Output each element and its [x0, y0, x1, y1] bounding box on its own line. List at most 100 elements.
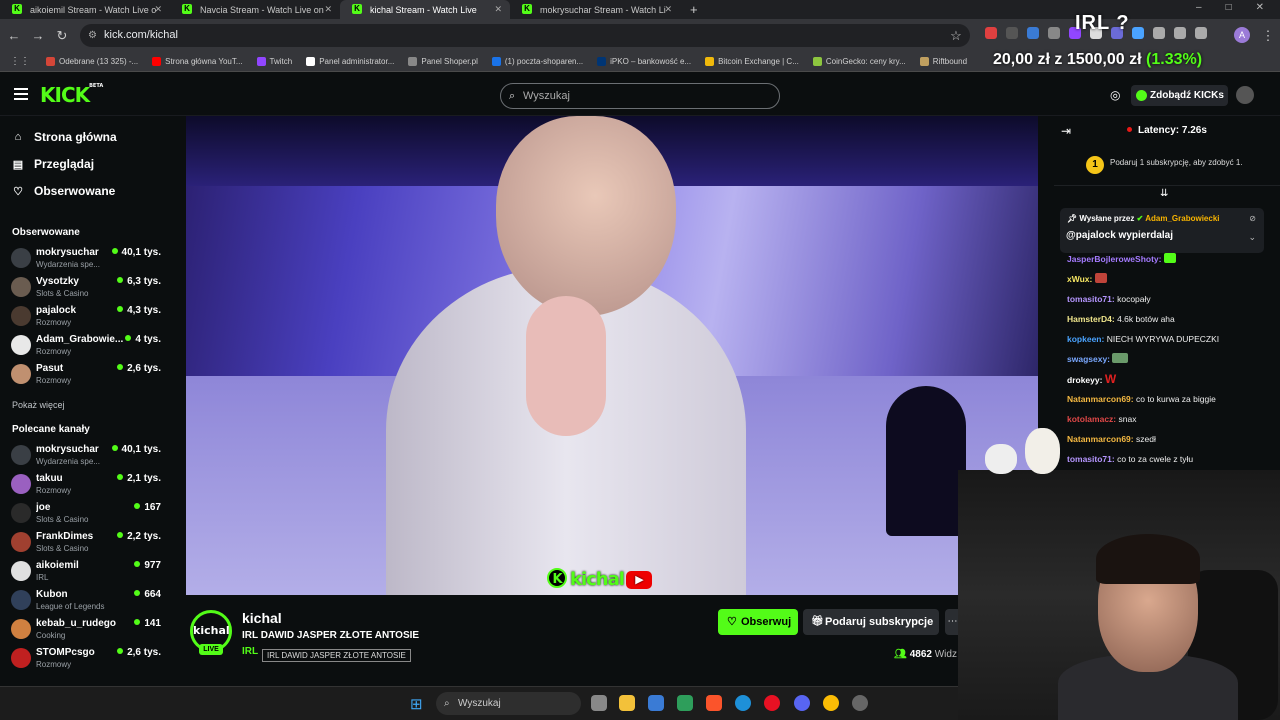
show-more-link[interactable]: Pokaż więcej — [12, 400, 65, 410]
browser-tab-active[interactable]: Kkichal Stream - Watch Live ✕ — [340, 0, 510, 19]
stream-category-tag[interactable]: IRL — [242, 646, 258, 657]
sidebar-channel-item[interactable]: STOMPcsgo Rozmowy 2,6 tys. — [11, 645, 161, 673]
menu-kebab-icon[interactable]: ⋮ — [1256, 28, 1280, 44]
chevron-down-icon[interactable]: ⌄ — [1248, 232, 1256, 243]
task-view-icon[interactable] — [591, 695, 607, 711]
chat-username[interactable]: Natanmarcon69: — [1067, 434, 1134, 444]
nav-home[interactable]: ⌂ Strona główna — [12, 130, 117, 144]
sidebar-channel-item[interactable]: aikoiemil IRL 977 — [11, 558, 161, 586]
extension-icon[interactable] — [1048, 27, 1060, 39]
opera-icon[interactable] — [764, 695, 780, 711]
extension-icon[interactable] — [1027, 27, 1039, 39]
brave-icon[interactable] — [706, 695, 722, 711]
bookmark-item[interactable]: Strona główna YouT... — [152, 57, 243, 66]
nav-following[interactable]: ♡ Obserwowane — [12, 184, 115, 198]
sidebar-channel-item[interactable]: mokrysuchar Wydarzenia spe... 40,1 tys. — [11, 245, 161, 273]
discord-icon[interactable] — [794, 695, 810, 711]
follow-button[interactable]: ♡ Obserwuj — [718, 609, 798, 635]
video-scene-table — [886, 386, 966, 536]
sidebar-channel-item[interactable]: Adam_Grabowie... Rozmowy 4 tys. — [11, 332, 161, 360]
puzzle-icon[interactable] — [1153, 27, 1165, 39]
pinned-message[interactable]: 📌︎ Wysłane przez ✔ Adam_Grabowiecki @paj… — [1060, 208, 1264, 253]
bookmark-item[interactable]: Riftbound — [919, 57, 967, 66]
browser-tab[interactable]: Kmokrysuchar Stream - Watch Li ✕ — [510, 0, 680, 19]
bookmark-item[interactable]: (1) poczta-shoparen... — [491, 57, 583, 66]
apps-grid-icon[interactable]: ⋮⋮ — [10, 56, 30, 67]
bookmark-item[interactable]: Panel administrator... — [306, 57, 394, 66]
bookmark-item[interactable]: Bitcoin Exchange | C... — [705, 57, 799, 66]
windows-start-icon[interactable]: ⊞ — [410, 695, 423, 713]
get-kicks-button[interactable]: Zdobądź KICKs — [1131, 85, 1228, 106]
browser-tab[interactable]: Kaikoiemil Stream - Watch Live o ✕ — [0, 0, 170, 19]
maximize-icon[interactable]: □ — [1226, 2, 1232, 13]
channel-avatar — [11, 306, 31, 326]
collapse-chat-icon[interactable]: ⇥ — [1061, 124, 1071, 138]
close-icon[interactable]: ✕ — [494, 4, 502, 15]
chat-username[interactable]: xWux: — [1067, 274, 1092, 284]
bookmark-item[interactable]: Panel Shoper.pl — [408, 57, 478, 66]
extension-icon[interactable] — [1006, 27, 1018, 39]
expand-down-icon[interactable]: ⇊ — [1160, 188, 1168, 199]
user-avatar[interactable] — [1236, 86, 1254, 104]
bookmark-item[interactable]: CoinGecko: ceny kry... — [812, 57, 906, 66]
chrome-icon[interactable] — [823, 695, 839, 711]
close-icon[interactable]: ✕ — [154, 4, 162, 15]
extension-icon[interactable] — [1132, 27, 1144, 39]
new-tab-icon[interactable]: + — [690, 2, 698, 17]
notifications-icon[interactable]: ◎ — [1110, 88, 1120, 102]
chat-username[interactable]: Natanmarcon69: — [1067, 394, 1134, 404]
channel-avatar — [11, 503, 31, 523]
sidebar-channel-item[interactable]: Vysotzky Slots & Casino 6,3 tys. — [11, 274, 161, 302]
close-icon[interactable]: ✕ — [664, 4, 672, 15]
close-icon[interactable]: ✕ — [324, 4, 332, 15]
file-explorer-icon[interactable] — [619, 695, 635, 711]
taskbar-search[interactable]: ⌕ Wyszukaj — [436, 692, 581, 715]
video-player[interactable] — [186, 116, 1038, 595]
chat-username[interactable]: HamsterD4: — [1067, 314, 1115, 324]
kick-logo[interactable]: KICKBETA — [40, 83, 103, 107]
nav-browse[interactable]: ▤ Przeglądaj — [12, 157, 94, 171]
back-icon[interactable]: ← — [2, 28, 26, 43]
chat-username[interactable]: kopkeen: — [1067, 334, 1104, 344]
minimize-icon[interactable]: – — [1196, 2, 1202, 13]
unpin-icon[interactable]: ⊘ — [1249, 214, 1256, 223]
close-window-icon[interactable]: ✕ — [1256, 2, 1264, 13]
url-field[interactable]: ⚙ kick.com/kichal — [80, 24, 970, 47]
browser-tab[interactable]: K Navcia Stream - Watch Live on ✕ — [170, 0, 340, 19]
obs-icon[interactable] — [852, 695, 868, 711]
bookmark-item[interactable]: iPKO – bankowość e... — [597, 57, 691, 66]
reading-list-icon[interactable] — [1174, 27, 1186, 39]
gift-subscription-button[interactable]: 🎁︎ Podaruj subskrypcje — [803, 609, 939, 635]
channel-name[interactable]: kichal — [242, 610, 282, 626]
bookmark-star-icon[interactable]: ☆ — [944, 28, 968, 44]
sidebar-channel-item[interactable]: pajalock Rozmowy 4,3 tys. — [11, 303, 161, 331]
chat-username[interactable]: JasperBojleroweShoty: — [1067, 254, 1161, 264]
reload-icon[interactable]: ↻ — [50, 28, 74, 44]
bookmark-item[interactable]: Odebrane (13 325) -... — [46, 57, 138, 66]
extension-icon[interactable] — [985, 27, 997, 39]
search-input[interactable]: ⌕ Wyszukaj — [500, 83, 780, 109]
hamburger-menu-icon[interactable] — [14, 88, 28, 100]
chat-username[interactable]: tomasito71: — [1067, 294, 1115, 304]
chat-username[interactable]: drokeyy: — [1067, 375, 1102, 385]
sidebar-channel-item[interactable]: kebab_u_rudego Cooking 141 — [11, 616, 161, 644]
chat-username[interactable]: kotolamacz: — [1067, 414, 1116, 424]
sidebar-channel-item[interactable]: FrankDimes Slots & Casino 2,2 tys. — [11, 529, 161, 557]
sub-goal-banner[interactable]: 1 Podaruj 1 subskrypcję, aby zdobyć 1. — [1054, 148, 1280, 186]
bookmark-item[interactable]: Twitch — [256, 57, 292, 66]
chat-username[interactable]: tomasito71: — [1067, 454, 1115, 464]
download-icon[interactable] — [1195, 27, 1207, 39]
sidebar-channel-item[interactable]: Kubon League of Legends 664 — [11, 587, 161, 615]
sidebar-channel-item[interactable]: takuu Rozmowy 2,1 tys. — [11, 471, 161, 499]
sidebar-channel-item[interactable]: joe Slots & Casino 167 — [11, 500, 161, 528]
profile-avatar[interactable]: A — [1234, 27, 1250, 43]
sidebar-channel-item[interactable]: mokrysuchar Wydarzenia spe... 40,1 tys. — [11, 442, 161, 470]
forward-icon[interactable]: → — [26, 28, 50, 43]
kick-header: KICKBETA ⌕ Wyszukaj ◎ Zdobądź KICKs — [0, 72, 1280, 116]
store-icon[interactable] — [648, 695, 664, 711]
edge-icon[interactable] — [735, 695, 751, 711]
app-icon[interactable] — [677, 695, 693, 711]
site-info-icon[interactable]: ⚙ — [88, 24, 97, 47]
chat-username[interactable]: swagsexy: — [1067, 354, 1110, 364]
sidebar-channel-item[interactable]: Pasut Rozmowy 2,6 tys. — [11, 361, 161, 389]
